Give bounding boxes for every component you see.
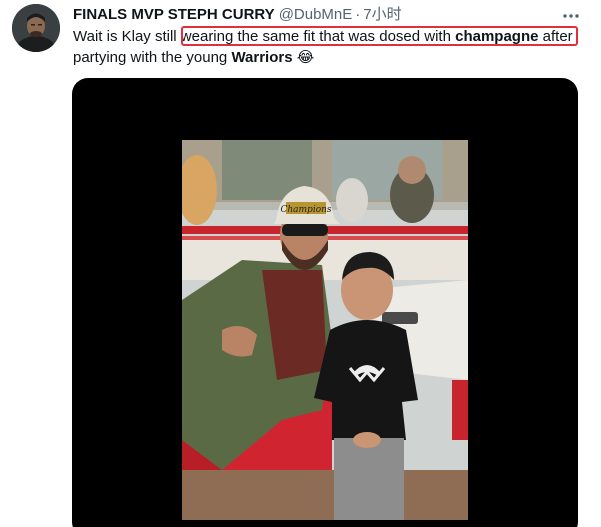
tweet-text-bold-champagne: champagne bbox=[455, 28, 539, 45]
timestamp[interactable]: 7小时 bbox=[363, 6, 401, 23]
tweet-text-part2: wearing the same fit that was dosed with bbox=[180, 28, 456, 45]
cap-text: Champions bbox=[280, 205, 331, 215]
tweet-photo[interactable]: Champions bbox=[182, 140, 468, 520]
more-options-icon[interactable] bbox=[561, 6, 581, 26]
tweet-media[interactable]: Champions bbox=[72, 78, 578, 527]
display-name[interactable]: FINALS MVP STEPH CURRY bbox=[73, 6, 275, 23]
tweet: FINALS MVP STEPH CURRY @DubMnE · 7小时 Wait i… bbox=[0, 0, 601, 527]
tweet-text-part1: Wait is Klay still bbox=[73, 28, 181, 45]
laughing-emoji: 😂 bbox=[292, 49, 315, 66]
separator-dot: · bbox=[355, 6, 361, 23]
tweet-text: Wait is Klay still wearing the same fit … bbox=[73, 26, 593, 68]
tweet-text-bold-warriors: Warriors bbox=[231, 49, 293, 66]
user-handle[interactable]: @DubMnE bbox=[279, 6, 353, 23]
profile-avatar[interactable] bbox=[12, 4, 60, 52]
tweet-header: FINALS MVP STEPH CURRY @DubMnE · 7小时 bbox=[73, 5, 402, 25]
